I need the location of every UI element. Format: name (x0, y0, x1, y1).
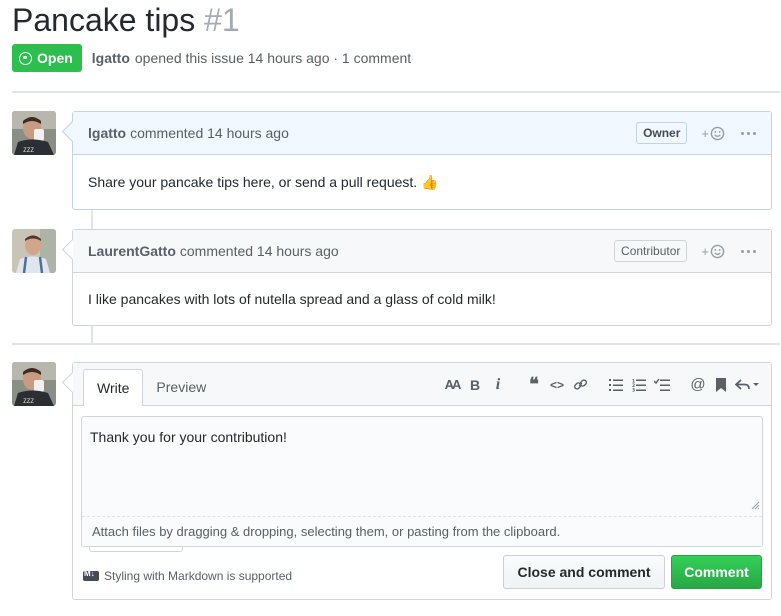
comment-body: I like pancakes with lots of nutella spr… (88, 291, 496, 307)
add-reaction-button[interactable]: + (701, 126, 725, 141)
more-options-icon[interactable] (741, 249, 756, 253)
issue-title-text: Pancake tips (12, 2, 196, 38)
mention-button[interactable]: @ (687, 374, 709, 396)
quote-button[interactable]: ❝ (523, 374, 545, 396)
divider (12, 91, 780, 93)
status-badge: Open (12, 44, 82, 72)
close-and-comment-button[interactable]: Close and comment (503, 555, 665, 589)
bold-button[interactable]: B (464, 374, 486, 396)
comment-textarea[interactable]: Thank you for your contribution! Attach … (81, 416, 763, 547)
plus-icon: + (701, 125, 709, 141)
comment-author-link[interactable]: lgatto (88, 125, 126, 141)
issue-author-link[interactable]: lgatto (92, 50, 130, 66)
italic-button[interactable]: i (487, 374, 509, 396)
avatar[interactable] (12, 229, 56, 273)
reply-icon[interactable] (733, 374, 761, 396)
numbered-list-icon[interactable]: 123 (628, 374, 650, 396)
svg-text:ZZZ: ZZZ (23, 147, 34, 154)
markdown-icon (83, 569, 99, 581)
comment-header: LaurentGatto commented 14 hours ago Cont… (73, 230, 771, 273)
comment-author-link[interactable]: LaurentGatto (88, 243, 176, 259)
add-reaction-button[interactable]: + (701, 244, 725, 259)
tab-preview[interactable]: Preview (143, 369, 219, 405)
markdown-help-link[interactable]: Styling with Markdown is supported (83, 569, 292, 583)
role-badge: Owner (636, 122, 688, 144)
divider (12, 343, 780, 345)
more-options-icon[interactable] (741, 131, 756, 135)
heading-button[interactable]: AA (441, 374, 463, 396)
task-list-icon[interactable] (651, 374, 673, 396)
link-icon[interactable] (569, 374, 591, 396)
svg-text:ZZZ: ZZZ (23, 398, 34, 405)
attach-files-hint[interactable]: Attach files by dragging & dropping, sel… (82, 516, 762, 546)
file-select-tab (89, 547, 183, 552)
editor-tabs: Write Preview AA B i ❝ <> 123 @ (73, 363, 771, 406)
comment-timestamp[interactable]: commented 14 hours ago (130, 125, 289, 141)
code-button[interactable]: <> (546, 374, 568, 396)
comment-timestamp[interactable]: commented 14 hours ago (180, 243, 339, 259)
comment-button[interactable]: Comment (671, 555, 762, 589)
markdown-toolbar: AA B i ❝ <> 123 @ (427, 363, 761, 406)
issue-meta: Open lgatto opened this issue 14 hours a… (12, 44, 411, 72)
avatar[interactable]: ZZZ (12, 111, 56, 155)
tab-write[interactable]: Write (83, 369, 144, 406)
resize-handle-icon[interactable] (750, 500, 760, 510)
comment-card: LaurentGatto commented 14 hours ago Cont… (72, 229, 772, 326)
bookmark-icon[interactable] (710, 374, 732, 396)
timeline-connector (91, 325, 93, 343)
bullet-list-icon[interactable] (605, 374, 627, 396)
role-badge: Contributor (614, 240, 688, 262)
markdown-note: Styling with Markdown is supported (104, 569, 293, 583)
issue-title: Pancake tips #1 (12, 2, 240, 39)
smiley-icon (710, 126, 725, 140)
plus-icon: + (701, 243, 709, 259)
comment-body: Share your pancake tips here, or send a … (88, 173, 439, 190)
comment-text: Thank you for your contribution! (90, 429, 287, 445)
comment-card: lgatto commented 14 hours ago Owner + Sh… (72, 111, 772, 210)
status-text: Open (37, 50, 73, 66)
issue-opened-icon (19, 51, 32, 65)
new-comment-form: Write Preview AA B i ❝ <> 123 @ Thank yo… (72, 362, 772, 600)
issue-number: #1 (204, 2, 240, 38)
issue-opened-text: opened this issue 14 hours ago · 1 comme… (134, 50, 412, 66)
timeline-connector (91, 209, 93, 229)
comment-header: lgatto commented 14 hours ago Owner + (73, 112, 771, 155)
avatar: ZZZ (12, 362, 56, 406)
smiley-icon (710, 244, 725, 258)
svg-text:3: 3 (632, 387, 635, 392)
